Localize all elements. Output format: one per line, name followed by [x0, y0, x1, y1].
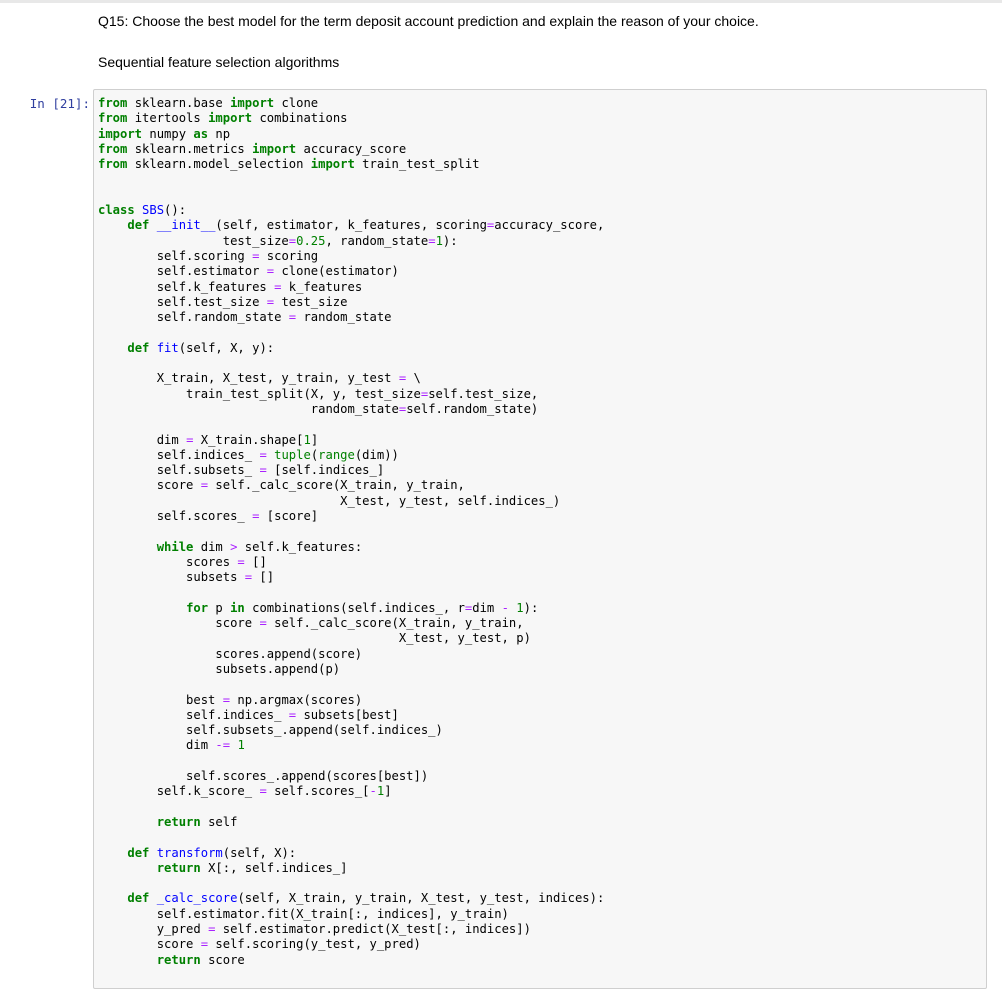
code-text[interactable]: from sklearn.base import clone from iter… [94, 90, 986, 968]
markdown-heading: Sequential feature selection algorithms [98, 54, 340, 70]
notebook-top-border [0, 0, 1002, 3]
code-cell-editor[interactable]: from sklearn.base import clone from iter… [93, 89, 987, 989]
markdown-question: Q15: Choose the best model for the term … [98, 13, 759, 29]
cell-prompt: In [21]: [29, 96, 90, 111]
